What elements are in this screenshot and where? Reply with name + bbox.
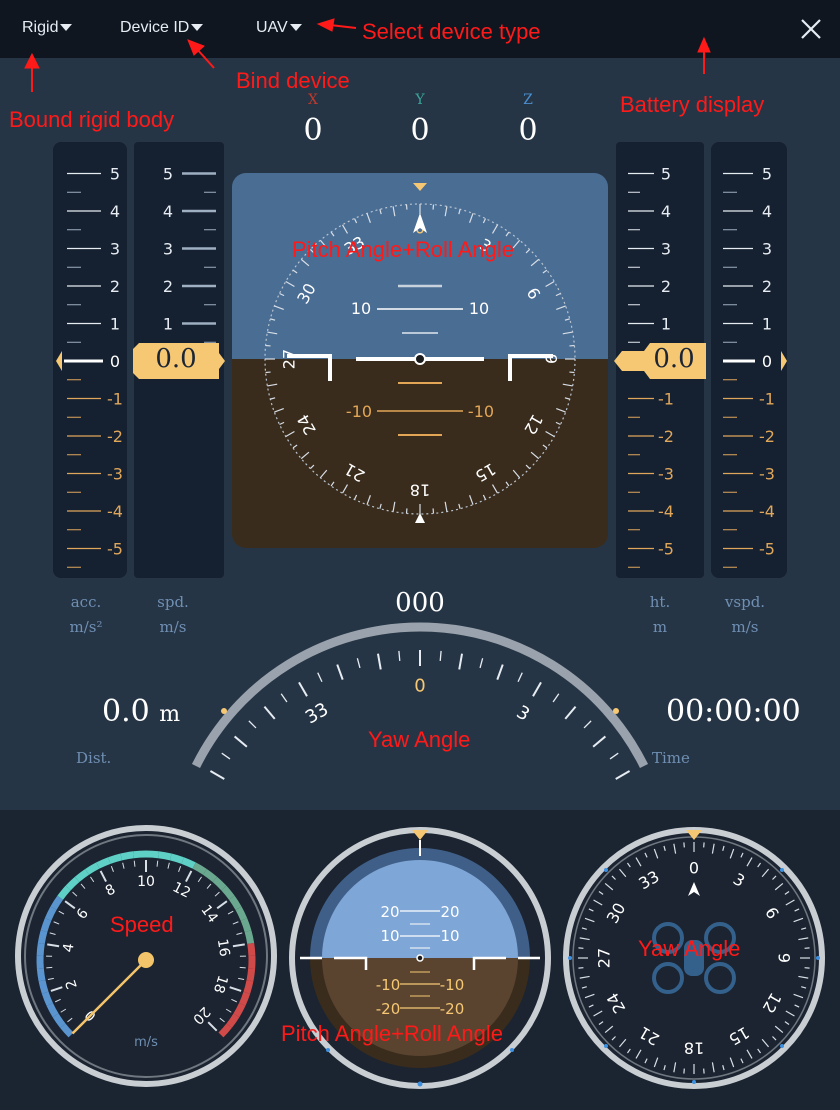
pitch-roll-small-annotation: Pitch Angle+Roll Angle xyxy=(281,1021,503,1046)
yaw-small-annotation: Yaw Angle xyxy=(638,936,741,961)
bind-device-annotation: Bind device xyxy=(236,68,350,93)
battery-display-annotation: Battery display xyxy=(620,92,765,117)
bound-rigid-body-annotation: Bound rigid body xyxy=(9,107,175,132)
speed-annotation: Speed xyxy=(110,912,174,937)
yaw-annotation: Yaw Angle xyxy=(368,727,471,752)
pitch-roll-annotation: Pitch Angle+Roll Angle xyxy=(292,237,514,262)
select-device-type-annotation: Select device type xyxy=(362,19,541,44)
